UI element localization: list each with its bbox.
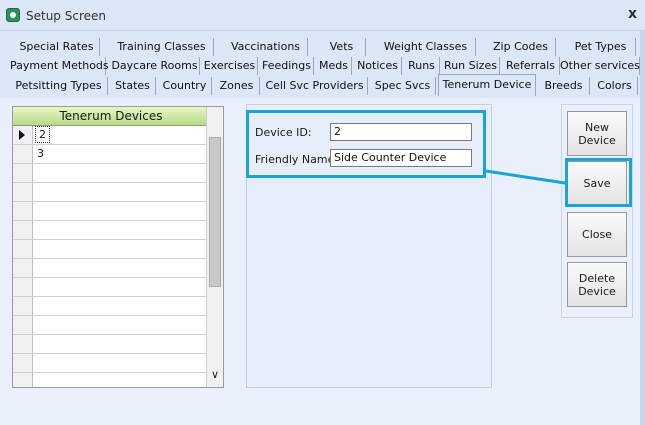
row-selector[interactable] [13, 259, 33, 277]
table-row[interactable] [13, 240, 209, 259]
device-id-label: Device ID: [255, 126, 312, 139]
tab-states[interactable]: States [110, 77, 156, 95]
tab-meds[interactable]: Meds [316, 57, 352, 75]
tab-petsitting-types[interactable]: Petsitting Types [10, 77, 108, 95]
friendly-name-field[interactable]: Side Counter Device [330, 149, 472, 167]
chevron-down-icon[interactable]: ∨ [211, 369, 219, 380]
tab-exercises[interactable]: Exercises [202, 57, 258, 75]
table-row[interactable] [13, 202, 209, 221]
tab-special-rates[interactable]: Special Rates [14, 38, 100, 56]
row-selector[interactable] [13, 316, 33, 334]
row-selector[interactable] [13, 126, 33, 144]
tab-referrals[interactable]: Referrals [502, 57, 560, 75]
row-selector[interactable] [13, 335, 33, 353]
close-icon[interactable]: x [628, 6, 637, 22]
table-row[interactable] [13, 297, 209, 316]
row-selector[interactable] [13, 354, 33, 372]
title-bar: Setup Screen x [0, 0, 645, 31]
row-selector[interactable] [13, 164, 33, 182]
scroll-thumb[interactable] [209, 137, 221, 287]
tab-spec-svcs[interactable]: Spec Svcs [370, 77, 436, 95]
grid-header: Tenerum Devices [13, 107, 209, 126]
tab-training-classes[interactable]: Training Classes [110, 38, 214, 56]
row-selector[interactable] [13, 297, 33, 315]
tab-colors[interactable]: Colors [592, 77, 638, 95]
device-cell[interactable]: 3 [37, 147, 44, 160]
friendly-name-label: Friendly Name [255, 153, 335, 166]
tab-breeds[interactable]: Breeds [538, 77, 590, 95]
tab-country[interactable]: Country [158, 77, 212, 95]
window-title: Setup Screen [26, 9, 106, 23]
save-highlight [565, 158, 632, 207]
tab-daycare-rooms[interactable]: Daycare Rooms [110, 57, 200, 75]
form-highlight [246, 110, 486, 178]
row-pointer-icon [19, 130, 25, 140]
tab-feedings[interactable]: Feedings [260, 57, 314, 75]
row-selector[interactable] [13, 145, 33, 163]
window-edge [640, 30, 645, 425]
tab-tenerum-device[interactable]: Tenerum Device [438, 74, 536, 96]
tab-other-services[interactable]: Other services [560, 57, 640, 75]
table-row[interactable] [13, 183, 209, 202]
row-selector[interactable] [13, 183, 33, 201]
table-row[interactable]: 3 [13, 145, 209, 164]
delete-device-button[interactable]: Delete Device [567, 262, 627, 307]
app-icon [6, 8, 20, 22]
tab-run-sizes[interactable]: Run Sizes [442, 57, 500, 75]
table-row[interactable] [13, 259, 209, 278]
tab-pet-types[interactable]: Pet Types [566, 38, 636, 56]
tab-payment-methods[interactable]: Payment Methods [10, 57, 109, 75]
table-row[interactable] [13, 221, 209, 240]
table-row[interactable] [13, 164, 209, 183]
table-row[interactable]: 2 [13, 126, 209, 145]
device-id-field[interactable]: 2 [330, 123, 472, 141]
table-row[interactable] [13, 373, 209, 387]
tab-zip-codes[interactable]: Zip Codes [486, 38, 556, 56]
row-selector[interactable] [13, 221, 33, 239]
row-selector[interactable] [13, 240, 33, 258]
tab-cell-svc-providers[interactable]: Cell Svc Providers [262, 77, 368, 95]
tab-strip: Special Rates Training Classes Vaccinati… [0, 36, 645, 98]
device-cell[interactable]: 2 [35, 126, 50, 143]
row-selector[interactable] [13, 278, 33, 296]
grid-scrollbar[interactable]: ∨ [206, 107, 223, 387]
tab-zones[interactable]: Zones [214, 77, 260, 95]
tab-weight-classes[interactable]: Weight Classes [376, 38, 476, 56]
tab-vets[interactable]: Vets [318, 38, 366, 56]
close-button[interactable]: Close [567, 212, 627, 257]
tab-runs[interactable]: Runs [404, 57, 440, 75]
devices-grid[interactable]: Tenerum Devices 2 3 ∨ [12, 106, 224, 388]
table-row[interactable] [13, 278, 209, 297]
row-selector[interactable] [13, 202, 33, 220]
table-row[interactable] [13, 335, 209, 354]
tab-notices[interactable]: Notices [354, 57, 402, 75]
table-row[interactable] [13, 354, 209, 373]
new-device-button[interactable]: New Device [567, 111, 627, 156]
table-row[interactable] [13, 316, 209, 335]
tab-vaccinations[interactable]: Vaccinations [224, 38, 308, 56]
row-selector[interactable] [13, 373, 33, 387]
